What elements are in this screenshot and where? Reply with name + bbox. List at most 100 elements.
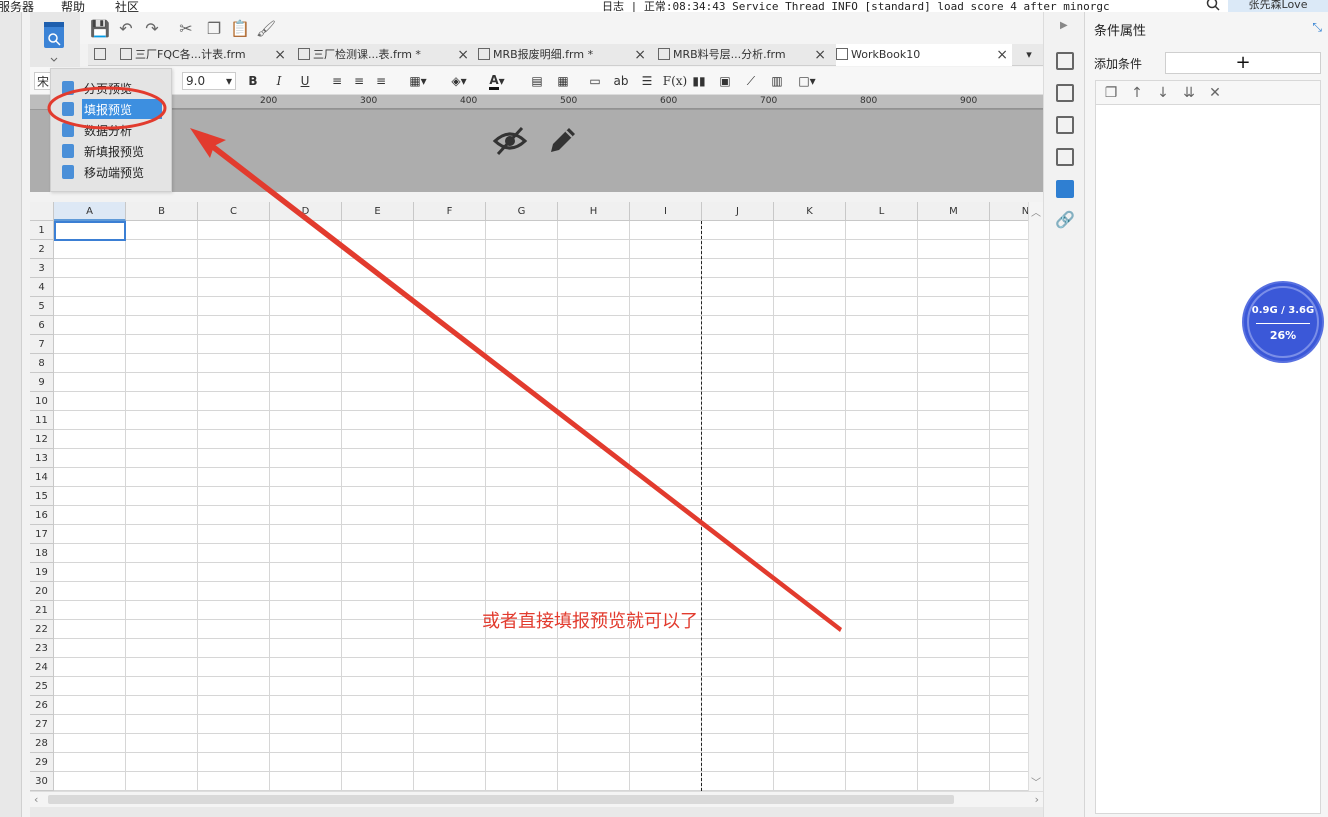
cut-icon[interactable]: ✂ [176,18,196,38]
column-header[interactable]: H [558,202,630,221]
row-header[interactable]: 10 [30,392,54,411]
column-header[interactable]: I [630,202,702,221]
left-collapse-strip[interactable] [0,12,22,817]
menu-community[interactable]: 社区 [115,0,139,12]
row-header[interactable]: 8 [30,354,54,373]
rich-text-icon[interactable]: ▥ [768,72,786,90]
row-header[interactable]: 3 [30,259,54,278]
row-header[interactable]: 25 [30,677,54,696]
scroll-right-icon[interactable]: › [1035,793,1039,806]
column-header[interactable]: B [126,202,198,221]
row-header[interactable]: 4 [30,278,54,297]
underline-button[interactable]: U [296,72,314,90]
slash-icon[interactable]: ⟋ [742,72,760,90]
menu-item-fill-preview[interactable]: 填报预览 [51,99,171,120]
scroll-up-icon[interactable]: ︿ [1031,204,1041,219]
row-header[interactable]: 9 [30,373,54,392]
split-cells-icon[interactable]: ▦ [554,72,572,90]
row-header[interactable]: 26 [30,696,54,715]
row-header[interactable]: 19 [30,563,54,582]
row-header[interactable]: 27 [30,715,54,734]
horizontal-scroll-thumb[interactable] [48,795,954,804]
border-icon[interactable]: ▦▾ [404,72,432,90]
expand-right-icon[interactable]: ▶ [1060,20,1068,31]
column-header[interactable]: C [198,202,270,221]
row-header[interactable]: 24 [30,658,54,677]
align-center-icon[interactable]: ≡ [350,72,368,90]
row-header[interactable]: 13 [30,449,54,468]
menu-help[interactable]: 帮助 [61,0,85,12]
scroll-left-icon[interactable]: ‹ [34,793,38,806]
row-header[interactable]: 21 [30,601,54,620]
row-header[interactable]: 28 [30,734,54,753]
arrow-up-icon[interactable]: ↑ [1128,84,1146,102]
row-header[interactable]: 29 [30,753,54,772]
row-header[interactable]: 23 [30,639,54,658]
row-header[interactable]: 22 [30,620,54,639]
align-left-icon[interactable]: ≡ [328,72,346,90]
row-header[interactable]: 1 [30,221,54,240]
insert-row-icon[interactable]: ▭ [586,72,604,90]
column-header[interactable]: F [414,202,486,221]
paragraph-icon[interactable]: ☰ [638,72,656,90]
text-style-button[interactable]: ab [610,72,632,90]
formula-button[interactable]: F(x) [662,72,688,90]
row-header[interactable]: 7 [30,335,54,354]
font-size-select[interactable]: 9.0 ▾ [182,72,236,90]
bold-button[interactable]: B [244,72,262,90]
image-icon[interactable]: ▣ [716,72,734,90]
undo-icon[interactable]: ↶ [116,18,136,38]
row-header[interactable]: 2 [30,240,54,259]
column-header[interactable]: M [918,202,990,221]
user-name[interactable]: 张先森Love [1228,0,1328,12]
fill-color-icon[interactable]: ◈▾ [444,72,474,90]
row-header[interactable]: 18 [30,544,54,563]
close-icon[interactable]: × [457,44,469,66]
menu-server[interactable]: 服务器 [0,0,34,12]
row-header[interactable]: 12 [30,430,54,449]
vertical-scrollbar[interactable]: ︿ ﹀ [1028,202,1043,791]
column-header[interactable]: K [774,202,846,221]
row-header[interactable]: 30 [30,772,54,791]
menu-item-data-analysis[interactable]: 数据分析 [51,120,171,141]
close-icon[interactable]: × [814,44,826,66]
selected-cell[interactable] [54,221,126,241]
search-icon[interactable] [1206,0,1220,11]
close-icon[interactable]: × [996,44,1008,66]
condition-attribute-icon[interactable] [1056,180,1074,198]
tabs-overflow-icon[interactable]: ▾ [1018,44,1040,66]
copy-icon[interactable]: ❐ [1102,84,1120,102]
column-header[interactable]: G [486,202,558,221]
menu-item-new-fill-preview[interactable]: 新填报预览 [51,141,171,162]
preview-button[interactable] [30,12,80,67]
column-header[interactable]: N [990,202,1028,221]
form-control-icon[interactable] [1056,148,1074,166]
italic-button[interactable]: I [270,72,288,90]
frame-icon[interactable]: □▾ [794,72,820,90]
cell-element-icon[interactable] [1056,84,1074,102]
row-header[interactable]: 15 [30,487,54,506]
condition-list[interactable] [1095,104,1321,814]
menu-item-page-preview[interactable]: 分页预览 [51,78,171,99]
hyperlink-icon[interactable]: 🔗 [1055,210,1075,229]
pencil-icon[interactable] [545,124,577,158]
move-bottom-icon[interactable]: ⇊ [1180,84,1198,102]
spreadsheet-grid[interactable]: ABCDEFGHIJKLMN 1 2 3 4 5 6 7 8 9 10 11 12 13 14 15 16 17… [30,202,1028,791]
scroll-down-icon[interactable]: ﹀ [1031,774,1041,789]
eye-hidden-icon[interactable] [492,124,528,158]
tab-file[interactable]: MRB料号层...分析.frm × [658,44,830,66]
horizontal-scrollbar[interactable]: ‹ › [30,791,1043,807]
align-right-icon[interactable]: ≡ [372,72,390,90]
row-header[interactable]: 6 [30,316,54,335]
column-header[interactable]: A [54,202,126,221]
column-header[interactable]: D [270,202,342,221]
row-header[interactable]: 16 [30,506,54,525]
redo-icon[interactable]: ↷ [142,18,162,38]
column-header[interactable]: L [846,202,918,221]
column-header[interactable]: J [702,202,774,221]
close-icon[interactable]: × [274,44,286,66]
save-icon[interactable]: 💾 [90,18,110,38]
select-all-corner[interactable] [30,202,54,221]
pin-icon[interactable]: ⤡ [1312,20,1322,35]
row-header[interactable]: 5 [30,297,54,316]
